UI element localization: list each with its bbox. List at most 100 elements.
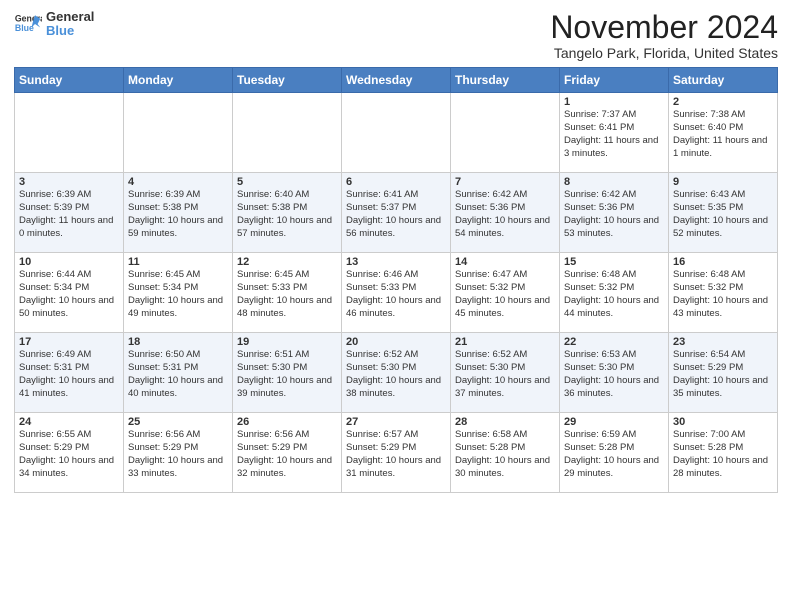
day-number: 1 <box>564 96 664 108</box>
day-number: 24 <box>19 416 119 428</box>
main-title: November 2024 <box>550 10 778 45</box>
cell-info: Sunrise: 6:48 AM Sunset: 5:32 PM Dayligh… <box>673 269 773 320</box>
calendar-cell: 22Sunrise: 6:53 AM Sunset: 5:30 PM Dayli… <box>560 333 669 413</box>
header-day: Saturday <box>669 68 778 93</box>
calendar-cell: 12Sunrise: 6:45 AM Sunset: 5:33 PM Dayli… <box>233 253 342 333</box>
calendar-cell <box>15 93 124 173</box>
header-day: Sunday <box>15 68 124 93</box>
cell-info: Sunrise: 6:49 AM Sunset: 5:31 PM Dayligh… <box>19 349 119 400</box>
cell-info: Sunrise: 6:45 AM Sunset: 5:33 PM Dayligh… <box>237 269 337 320</box>
day-number: 19 <box>237 336 337 348</box>
calendar-cell: 3Sunrise: 6:39 AM Sunset: 5:39 PM Daylig… <box>15 173 124 253</box>
day-number: 10 <box>19 256 119 268</box>
day-number: 25 <box>128 416 228 428</box>
cell-info: Sunrise: 6:39 AM Sunset: 5:38 PM Dayligh… <box>128 189 228 240</box>
cell-info: Sunrise: 6:59 AM Sunset: 5:28 PM Dayligh… <box>564 429 664 480</box>
logo-line1: General <box>46 10 94 24</box>
day-number: 29 <box>564 416 664 428</box>
cell-info: Sunrise: 6:39 AM Sunset: 5:39 PM Dayligh… <box>19 189 119 240</box>
calendar-table: SundayMondayTuesdayWednesdayThursdayFrid… <box>14 67 778 493</box>
calendar-cell <box>342 93 451 173</box>
calendar-row: 10Sunrise: 6:44 AM Sunset: 5:34 PM Dayli… <box>15 253 778 333</box>
calendar-cell: 30Sunrise: 7:00 AM Sunset: 5:28 PM Dayli… <box>669 413 778 493</box>
calendar-cell: 5Sunrise: 6:40 AM Sunset: 5:38 PM Daylig… <box>233 173 342 253</box>
day-number: 26 <box>237 416 337 428</box>
cell-info: Sunrise: 6:48 AM Sunset: 5:32 PM Dayligh… <box>564 269 664 320</box>
day-number: 9 <box>673 176 773 188</box>
calendar-cell: 27Sunrise: 6:57 AM Sunset: 5:29 PM Dayli… <box>342 413 451 493</box>
cell-info: Sunrise: 7:37 AM Sunset: 6:41 PM Dayligh… <box>564 109 664 160</box>
calendar-cell: 24Sunrise: 6:55 AM Sunset: 5:29 PM Dayli… <box>15 413 124 493</box>
calendar-cell: 19Sunrise: 6:51 AM Sunset: 5:30 PM Dayli… <box>233 333 342 413</box>
day-number: 14 <box>455 256 555 268</box>
cell-info: Sunrise: 6:44 AM Sunset: 5:34 PM Dayligh… <box>19 269 119 320</box>
calendar-cell: 15Sunrise: 6:48 AM Sunset: 5:32 PM Dayli… <box>560 253 669 333</box>
header-day: Wednesday <box>342 68 451 93</box>
calendar-cell: 8Sunrise: 6:42 AM Sunset: 5:36 PM Daylig… <box>560 173 669 253</box>
cell-info: Sunrise: 6:52 AM Sunset: 5:30 PM Dayligh… <box>346 349 446 400</box>
cell-info: Sunrise: 6:51 AM Sunset: 5:30 PM Dayligh… <box>237 349 337 400</box>
header: General Blue General Blue November 2024 … <box>14 10 778 61</box>
logo-line2: Blue <box>46 24 94 38</box>
calendar-cell: 9Sunrise: 6:43 AM Sunset: 5:35 PM Daylig… <box>669 173 778 253</box>
cell-info: Sunrise: 6:52 AM Sunset: 5:30 PM Dayligh… <box>455 349 555 400</box>
cell-info: Sunrise: 6:56 AM Sunset: 5:29 PM Dayligh… <box>128 429 228 480</box>
calendar-cell <box>233 93 342 173</box>
cell-info: Sunrise: 6:50 AM Sunset: 5:31 PM Dayligh… <box>128 349 228 400</box>
calendar-cell: 26Sunrise: 6:56 AM Sunset: 5:29 PM Dayli… <box>233 413 342 493</box>
day-number: 8 <box>564 176 664 188</box>
cell-info: Sunrise: 6:58 AM Sunset: 5:28 PM Dayligh… <box>455 429 555 480</box>
day-number: 2 <box>673 96 773 108</box>
header-day: Thursday <box>451 68 560 93</box>
cell-info: Sunrise: 6:57 AM Sunset: 5:29 PM Dayligh… <box>346 429 446 480</box>
calendar-cell: 13Sunrise: 6:46 AM Sunset: 5:33 PM Dayli… <box>342 253 451 333</box>
calendar-cell: 28Sunrise: 6:58 AM Sunset: 5:28 PM Dayli… <box>451 413 560 493</box>
calendar-row: 1Sunrise: 7:37 AM Sunset: 6:41 PM Daylig… <box>15 93 778 173</box>
calendar-cell: 18Sunrise: 6:50 AM Sunset: 5:31 PM Dayli… <box>124 333 233 413</box>
cell-info: Sunrise: 6:47 AM Sunset: 5:32 PM Dayligh… <box>455 269 555 320</box>
day-number: 11 <box>128 256 228 268</box>
day-number: 7 <box>455 176 555 188</box>
cell-info: Sunrise: 6:53 AM Sunset: 5:30 PM Dayligh… <box>564 349 664 400</box>
calendar-cell: 16Sunrise: 6:48 AM Sunset: 5:32 PM Dayli… <box>669 253 778 333</box>
day-number: 17 <box>19 336 119 348</box>
day-number: 23 <box>673 336 773 348</box>
logo-icon: General Blue <box>14 10 42 38</box>
header-day: Tuesday <box>233 68 342 93</box>
calendar-cell: 2Sunrise: 7:38 AM Sunset: 6:40 PM Daylig… <box>669 93 778 173</box>
cell-info: Sunrise: 6:54 AM Sunset: 5:29 PM Dayligh… <box>673 349 773 400</box>
calendar-cell: 4Sunrise: 6:39 AM Sunset: 5:38 PM Daylig… <box>124 173 233 253</box>
logo: General Blue General Blue <box>14 10 94 39</box>
page: General Blue General Blue November 2024 … <box>0 0 792 612</box>
calendar-cell <box>124 93 233 173</box>
cell-info: Sunrise: 7:38 AM Sunset: 6:40 PM Dayligh… <box>673 109 773 160</box>
calendar-cell: 11Sunrise: 6:45 AM Sunset: 5:34 PM Dayli… <box>124 253 233 333</box>
calendar-cell: 1Sunrise: 7:37 AM Sunset: 6:41 PM Daylig… <box>560 93 669 173</box>
calendar-cell: 6Sunrise: 6:41 AM Sunset: 5:37 PM Daylig… <box>342 173 451 253</box>
day-number: 12 <box>237 256 337 268</box>
calendar-cell: 25Sunrise: 6:56 AM Sunset: 5:29 PM Dayli… <box>124 413 233 493</box>
calendar-cell: 17Sunrise: 6:49 AM Sunset: 5:31 PM Dayli… <box>15 333 124 413</box>
day-number: 18 <box>128 336 228 348</box>
day-number: 6 <box>346 176 446 188</box>
header-day: Friday <box>560 68 669 93</box>
calendar-cell: 23Sunrise: 6:54 AM Sunset: 5:29 PM Dayli… <box>669 333 778 413</box>
subtitle: Tangelo Park, Florida, United States <box>550 45 778 61</box>
calendar-cell: 20Sunrise: 6:52 AM Sunset: 5:30 PM Dayli… <box>342 333 451 413</box>
day-number: 13 <box>346 256 446 268</box>
cell-info: Sunrise: 6:46 AM Sunset: 5:33 PM Dayligh… <box>346 269 446 320</box>
cell-info: Sunrise: 6:40 AM Sunset: 5:38 PM Dayligh… <box>237 189 337 240</box>
cell-info: Sunrise: 6:41 AM Sunset: 5:37 PM Dayligh… <box>346 189 446 240</box>
day-number: 3 <box>19 176 119 188</box>
calendar-cell <box>451 93 560 173</box>
calendar-cell: 29Sunrise: 6:59 AM Sunset: 5:28 PM Dayli… <box>560 413 669 493</box>
header-day: Monday <box>124 68 233 93</box>
calendar-row: 3Sunrise: 6:39 AM Sunset: 5:39 PM Daylig… <box>15 173 778 253</box>
calendar-cell: 7Sunrise: 6:42 AM Sunset: 5:36 PM Daylig… <box>451 173 560 253</box>
cell-info: Sunrise: 6:43 AM Sunset: 5:35 PM Dayligh… <box>673 189 773 240</box>
day-number: 21 <box>455 336 555 348</box>
svg-text:Blue: Blue <box>15 23 34 33</box>
cell-info: Sunrise: 6:42 AM Sunset: 5:36 PM Dayligh… <box>455 189 555 240</box>
day-number: 27 <box>346 416 446 428</box>
day-number: 4 <box>128 176 228 188</box>
